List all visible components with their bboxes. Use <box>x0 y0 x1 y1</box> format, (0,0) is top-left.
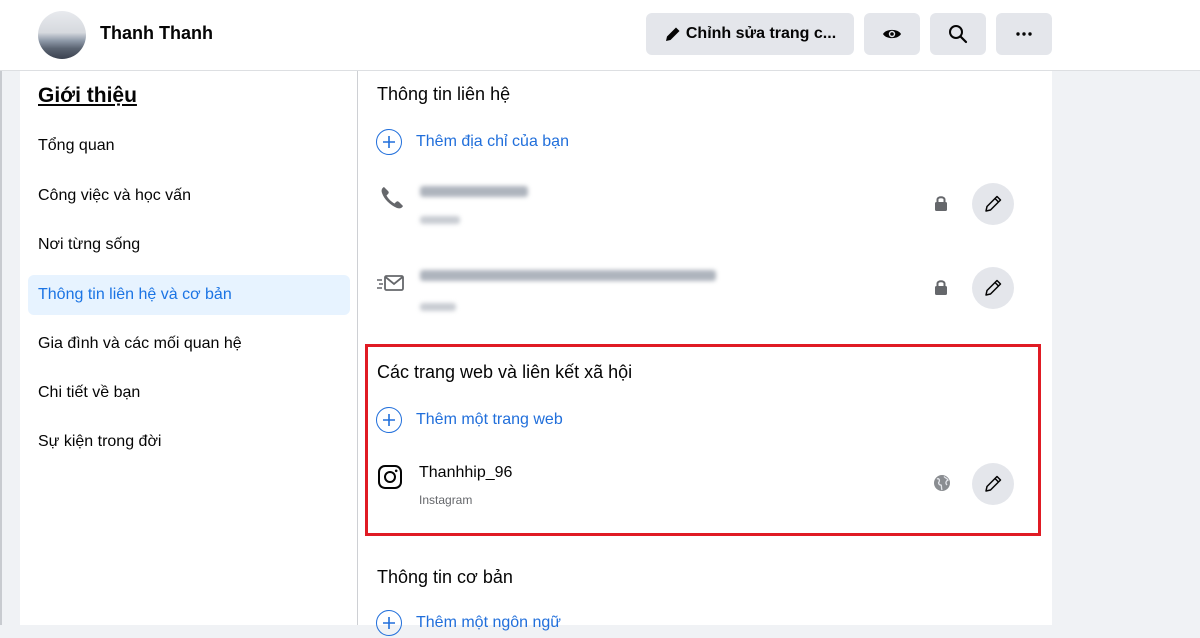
sidebar-item-contact-basic-info[interactable]: Thông tin liên hệ và cơ bản <box>28 275 350 315</box>
profile-header: Thanh Thanh Chỉnh sửa trang c... <box>0 0 1200 71</box>
edit-email-button[interactable] <box>972 267 1014 309</box>
sidebar-item-overview[interactable]: Tổng quan <box>28 126 350 166</box>
highlight-annotation-box <box>365 344 1041 536</box>
edit-phone-button[interactable] <box>972 183 1014 225</box>
page-edge <box>0 71 2 625</box>
plus-circle-icon <box>376 129 402 155</box>
search-button[interactable] <box>930 13 986 55</box>
phone-type-blurred <box>420 216 460 224</box>
profile-name[interactable]: Thanh Thanh <box>100 23 213 44</box>
edit-profile-label: Chỉnh sửa trang c... <box>685 25 837 42</box>
sidebar-item-label: Công việc và học vấn <box>38 187 191 204</box>
sidebar-item-label: Gia đình và các mối quan hệ <box>38 335 242 352</box>
pencil-icon <box>985 195 1002 212</box>
email-icon <box>377 275 404 291</box>
sidebar-item-work-education[interactable]: Công việc và học vấn <box>28 176 350 216</box>
avatar[interactable] <box>38 11 86 59</box>
email-address-blurred <box>420 270 716 281</box>
search-icon <box>949 25 968 44</box>
sidebar-item-places-lived[interactable]: Nơi từng sống <box>28 225 350 265</box>
plus-circle-icon <box>376 610 402 636</box>
add-address-link[interactable]: Thêm địa chỉ của bạn <box>376 127 569 157</box>
phone-number-blurred <box>420 186 528 197</box>
sidebar-item-label: Nơi từng sống <box>38 236 141 253</box>
edit-profile-button[interactable]: Chỉnh sửa trang c... <box>646 13 854 55</box>
sidebar-item-label: Thông tin liên hệ và cơ bản <box>38 286 232 303</box>
add-language-link[interactable]: Thêm một ngôn ngữ <box>376 608 561 638</box>
pencil-icon <box>985 279 1002 296</box>
about-title[interactable]: Giới thiệu <box>38 84 137 108</box>
lock-icon[interactable] <box>934 195 948 212</box>
more-icon <box>1016 32 1032 36</box>
eye-icon <box>883 29 901 39</box>
email-type-blurred <box>420 303 456 311</box>
sidebar-item-label: Tổng quan <box>38 137 115 154</box>
sidebar-item-label: Chi tiết về bạn <box>38 384 141 401</box>
pencil-icon <box>665 27 680 41</box>
basic-info-heading: Thông tin cơ bản <box>377 567 513 587</box>
sidebar-item-label: Sự kiện trong đời <box>38 433 162 450</box>
view-as-button[interactable] <box>864 13 920 55</box>
contact-info-heading: Thông tin liên hệ <box>377 84 511 104</box>
more-options-button[interactable] <box>996 13 1052 55</box>
add-address-label: Thêm địa chỉ của bạn <box>416 133 569 150</box>
lock-icon[interactable] <box>934 279 948 296</box>
add-language-label: Thêm một ngôn ngữ <box>416 614 562 631</box>
phone-icon <box>381 187 403 209</box>
sidebar-item-details-about-you[interactable]: Chi tiết về bạn <box>28 373 350 413</box>
sidebar-item-family-relationships[interactable]: Gia đình và các mối quan hệ <box>28 324 350 364</box>
sidebar-item-life-events[interactable]: Sự kiện trong đời <box>28 422 350 462</box>
